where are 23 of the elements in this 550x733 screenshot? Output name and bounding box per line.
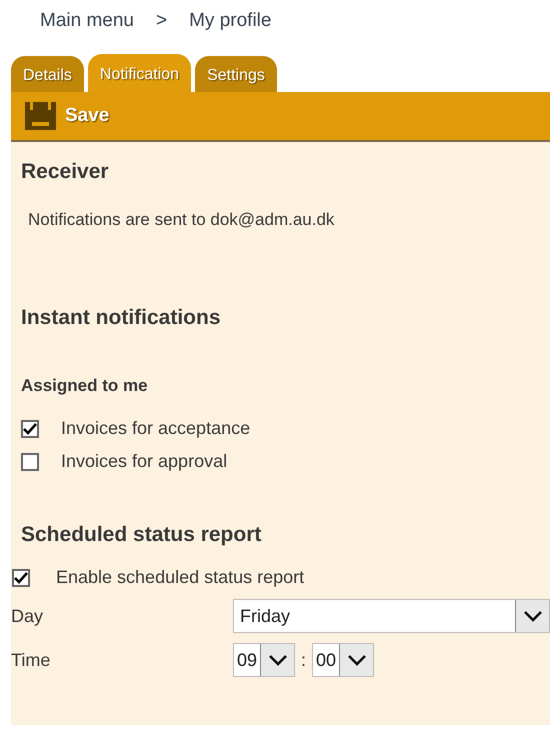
chevron-down-icon (522, 610, 542, 622)
breadcrumb-separator: > (156, 10, 168, 33)
receiver-text: Notifications are sent to dok@adm.au.dk (27, 209, 336, 230)
hour-select[interactable]: 09 (233, 643, 296, 677)
field-label: Time (11, 650, 52, 670)
checkbox[interactable] (21, 420, 39, 438)
checkbox[interactable] (21, 452, 39, 470)
section-heading: Receiver (21, 160, 110, 184)
time-separator: : (301, 650, 306, 670)
field-label: Day (11, 606, 44, 626)
minute-select[interactable]: 00 (312, 643, 374, 677)
checkbox-label: Enable scheduled status report (56, 567, 304, 588)
section-heading: Instant notifications (21, 306, 222, 330)
subsection-heading: Assigned to me (21, 376, 149, 396)
checkbox-label: Invoices for approval (61, 451, 228, 472)
breadcrumb-current: My profile (189, 10, 272, 33)
day-select[interactable]: Friday (233, 599, 550, 633)
chevron-down-icon (346, 654, 367, 666)
checkbox-label: Invoices for acceptance (61, 418, 250, 439)
checkbox[interactable] (12, 568, 30, 586)
chevron-down-icon (268, 654, 288, 666)
breadcrumb-link[interactable]: Main menu (40, 10, 134, 52)
section-heading: Scheduled status report (21, 523, 262, 547)
